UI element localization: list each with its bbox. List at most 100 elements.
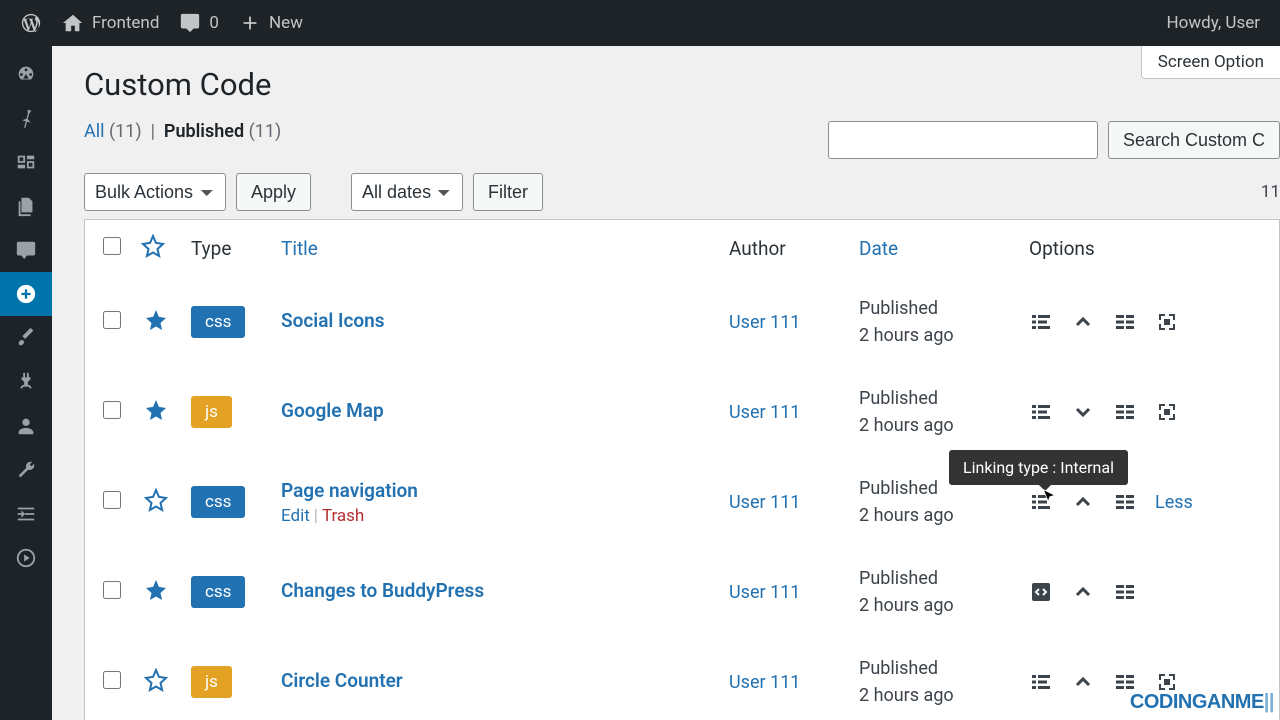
row-checkbox[interactable] — [103, 581, 121, 599]
author-link[interactable]: User 111 — [729, 582, 800, 603]
star-toggle[interactable] — [144, 407, 168, 427]
brush-icon — [15, 327, 37, 349]
menu-media[interactable] — [0, 140, 52, 184]
option-grid-icon[interactable] — [1113, 310, 1137, 334]
col-author: Author — [719, 220, 849, 277]
col-date[interactable]: Date — [849, 220, 1019, 277]
date-cell: Published2 hours ago — [859, 655, 1009, 709]
option-chevup-icon[interactable] — [1071, 580, 1095, 604]
table-row: js Circle Counter User 111 Published2 ho… — [85, 637, 1279, 720]
less-link[interactable]: Less — [1155, 492, 1193, 513]
option-code-icon[interactable] — [1029, 580, 1053, 604]
menu-posts[interactable] — [0, 96, 52, 140]
site-name: Frontend — [92, 13, 159, 33]
new-label: New — [269, 13, 303, 33]
status-filters: All (11) | Published (11) — [84, 121, 281, 142]
content-area: Custom Code All (11) | Published (11) Se… — [52, 46, 1280, 720]
filter-all[interactable]: All — [84, 121, 105, 142]
type-badge: js — [191, 666, 232, 698]
star-column-header[interactable] — [141, 240, 165, 263]
admin-sidemenu — [0, 46, 52, 720]
row-checkbox[interactable] — [103, 491, 121, 509]
option-grid-icon[interactable] — [1113, 580, 1137, 604]
table-row: css Social Icons User 111 Published2 hou… — [85, 277, 1279, 367]
star-toggle[interactable] — [144, 497, 168, 517]
option-chevdown-icon[interactable] — [1071, 400, 1095, 424]
menu-plugins[interactable] — [0, 360, 52, 404]
row-title-link[interactable]: Changes to BuddyPress — [281, 579, 709, 602]
row-checkbox[interactable] — [103, 671, 121, 689]
search-button[interactable]: Search Custom C — [1108, 121, 1280, 159]
menu-settings[interactable] — [0, 492, 52, 536]
wordpress-icon — [20, 12, 42, 34]
pages-icon — [15, 195, 37, 217]
option-chevup-icon[interactable] — [1071, 310, 1095, 334]
row-checkbox[interactable] — [103, 401, 121, 419]
type-badge: css — [191, 486, 245, 518]
menu-play[interactable] — [0, 536, 52, 580]
new-item[interactable]: New — [229, 0, 313, 46]
trash-link[interactable]: Trash — [322, 506, 364, 526]
date-filter-select[interactable]: All dates — [351, 173, 463, 211]
option-lines-icon[interactable] — [1029, 400, 1053, 424]
options-cell: Linking type : Internal Less — [1029, 490, 1269, 514]
comments-count: 0 — [209, 13, 219, 33]
option-full-icon[interactable] — [1155, 400, 1179, 424]
type-badge: css — [191, 576, 245, 608]
menu-dashboard[interactable] — [0, 52, 52, 96]
comment-icon — [179, 12, 201, 34]
option-lines-icon[interactable] — [1029, 310, 1053, 334]
menu-appearance[interactable] — [0, 316, 52, 360]
select-all-checkbox[interactable] — [103, 237, 121, 255]
filter-published[interactable]: Published — [164, 121, 244, 142]
table-row: css Changes to BuddyPress User 111 Publi… — [85, 547, 1279, 637]
option-grid-icon[interactable] — [1113, 400, 1137, 424]
published-count: (11) — [249, 121, 282, 142]
option-chevup-icon[interactable] — [1071, 670, 1095, 694]
row-title-link[interactable]: Page navigation — [281, 479, 709, 502]
howdy-text: Howdy, User — [1167, 13, 1260, 33]
bulk-actions-select[interactable]: Bulk Actions — [84, 173, 226, 211]
wrench-icon — [15, 459, 37, 481]
menu-pages[interactable] — [0, 184, 52, 228]
row-checkbox[interactable] — [103, 311, 121, 329]
play-icon — [15, 547, 37, 569]
menu-users[interactable] — [0, 404, 52, 448]
option-chevup-icon[interactable] — [1071, 490, 1095, 514]
star-toggle[interactable] — [144, 317, 168, 337]
date-cell: Published2 hours ago — [859, 385, 1009, 439]
site-name-item[interactable]: Frontend — [52, 0, 169, 46]
type-badge: css — [191, 306, 245, 338]
menu-comments[interactable] — [0, 228, 52, 272]
plug-icon — [15, 371, 37, 393]
options-cell — [1029, 400, 1269, 424]
option-grid-icon[interactable] — [1113, 490, 1137, 514]
date-cell: Published2 hours ago — [859, 295, 1009, 349]
author-link[interactable]: User 111 — [729, 492, 800, 513]
edit-link[interactable]: Edit — [281, 506, 310, 526]
screen-options-button[interactable]: Screen Option — [1141, 46, 1280, 79]
star-toggle[interactable] — [144, 677, 168, 697]
comments-item[interactable]: 0 — [169, 0, 229, 46]
author-link[interactable]: User 111 — [729, 672, 800, 693]
option-full-icon[interactable] — [1155, 310, 1179, 334]
wp-logo[interactable] — [10, 0, 52, 46]
menu-tools[interactable] — [0, 448, 52, 492]
howdy-item[interactable]: Howdy, User — [1157, 0, 1270, 46]
star-toggle[interactable] — [144, 587, 168, 607]
filter-button[interactable]: Filter — [473, 173, 543, 211]
col-title[interactable]: Title — [271, 220, 719, 277]
options-cell — [1029, 580, 1269, 604]
type-badge: js — [191, 396, 232, 428]
search-input[interactable] — [828, 121, 1098, 159]
option-lines-icon[interactable] — [1029, 670, 1053, 694]
apply-button[interactable]: Apply — [236, 173, 311, 211]
row-title-link[interactable]: Circle Counter — [281, 669, 709, 692]
menu-custom-code[interactable] — [0, 272, 52, 316]
table-row: css Page navigation Edit|Trash User 111 … — [85, 457, 1279, 547]
row-title-link[interactable]: Google Map — [281, 399, 709, 422]
row-title-link[interactable]: Social Icons — [281, 309, 709, 332]
author-link[interactable]: User 111 — [729, 402, 800, 423]
plus-icon — [239, 12, 261, 34]
author-link[interactable]: User 111 — [729, 312, 800, 333]
